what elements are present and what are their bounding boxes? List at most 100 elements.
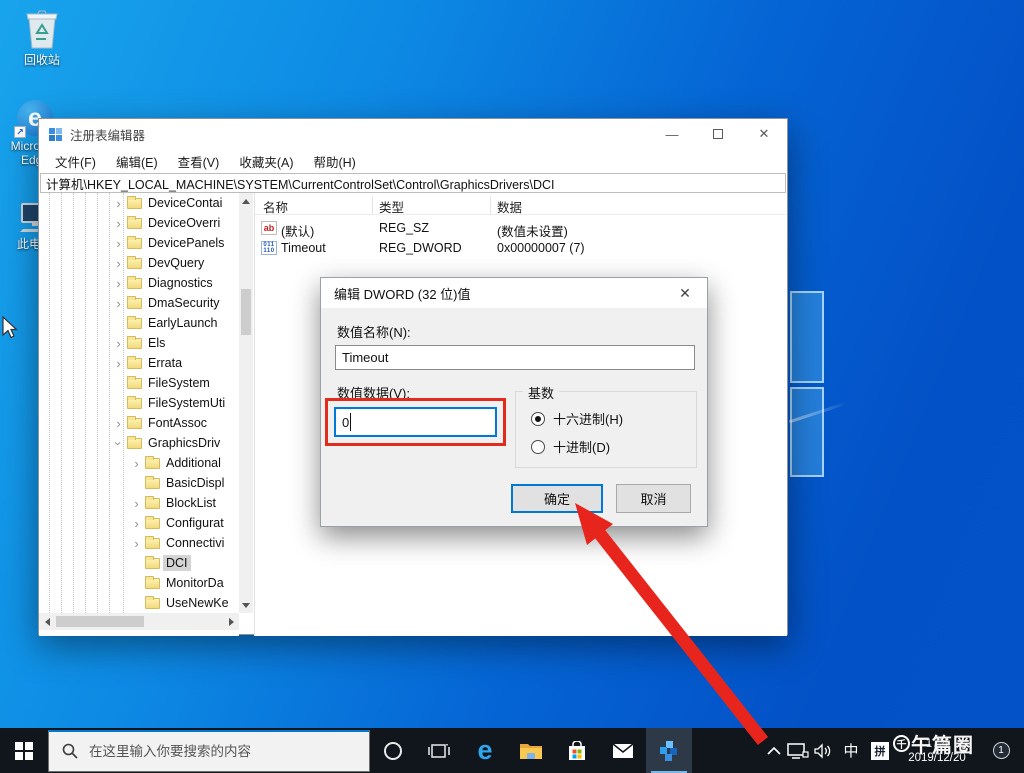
window-titlebar[interactable]: 注册表编辑器 — ✕ xyxy=(39,119,787,149)
search-input[interactable] xyxy=(89,743,339,759)
cancel-button[interactable]: 取消 xyxy=(616,484,691,513)
expander-collapsed-icon[interactable]: › xyxy=(111,276,126,291)
tree-vertical-scrollbar[interactable] xyxy=(239,193,253,613)
expander-expanded-icon[interactable]: › xyxy=(111,436,126,451)
tree-item-DCI[interactable]: DCI xyxy=(39,553,239,573)
ime-pinyin-indicator[interactable]: 拼 xyxy=(871,741,889,760)
taskbar-store-button[interactable] xyxy=(554,728,600,773)
folder-icon xyxy=(127,235,142,249)
column-header-name[interactable]: 名称 xyxy=(263,197,288,216)
desktop-icon-recycle-bin[interactable]: 回收站 xyxy=(6,8,78,67)
folder-icon xyxy=(127,295,142,309)
tree-item-FileSystemUti[interactable]: FileSystemUti xyxy=(39,393,239,413)
volume-icon[interactable] xyxy=(814,742,834,759)
column-separator xyxy=(372,196,373,214)
ok-button[interactable]: 确定 xyxy=(511,484,603,513)
value-row-Timeout[interactable]: 011 110 Timeout REG_DWORD 0x00000007 (7) xyxy=(255,239,787,259)
taskbar-edge-button[interactable]: e xyxy=(462,728,508,773)
tree-item-Connectivi[interactable]: › Connectivi xyxy=(39,533,239,553)
action-center-button[interactable]: 1 xyxy=(982,742,1020,759)
tree-item-Diagnostics[interactable]: › Diagnostics xyxy=(39,273,239,293)
tree-item-DevicePanels[interactable]: › DevicePanels xyxy=(39,233,239,253)
tree-item-DeviceOverri[interactable]: › DeviceOverri xyxy=(39,213,239,233)
scroll-down-icon[interactable] xyxy=(239,597,253,613)
scroll-up-icon[interactable] xyxy=(239,193,253,209)
value-name-field[interactable] xyxy=(335,345,695,370)
expander-collapsed-icon[interactable]: › xyxy=(111,216,126,231)
menu-item[interactable]: 帮助(H) xyxy=(303,152,365,171)
tree-item-UseNewKe[interactable]: UseNewKe xyxy=(39,593,239,613)
tree-item-BlockList[interactable]: › BlockList xyxy=(39,493,239,513)
taskbar-cortana-button[interactable] xyxy=(370,728,416,773)
regedit-window-icon xyxy=(49,127,62,141)
tree-item-Configurat[interactable]: › Configurat xyxy=(39,513,239,533)
close-button[interactable]: ✕ xyxy=(741,119,787,149)
expander-collapsed-icon[interactable]: › xyxy=(129,536,144,551)
taskbar-search-box[interactable] xyxy=(48,729,370,772)
scroll-left-icon[interactable] xyxy=(39,613,55,630)
dialog-titlebar[interactable]: 编辑 DWORD (32 位)值 xyxy=(321,278,707,308)
expander-collapsed-icon[interactable]: › xyxy=(111,256,126,271)
value-row-(默认)[interactable]: ab (默认) REG_SZ (数值未设置) xyxy=(255,219,787,239)
horizontal-scroll-thumb[interactable] xyxy=(56,616,144,627)
tree-item-label: Errata xyxy=(148,356,183,370)
column-header-data[interactable]: 数据 xyxy=(497,197,522,216)
value-type: REG_SZ xyxy=(379,221,430,235)
menu-item[interactable]: 编辑(E) xyxy=(106,152,168,171)
expander-collapsed-icon[interactable]: › xyxy=(129,456,144,471)
radio-unselected-icon[interactable] xyxy=(531,439,545,454)
expander-collapsed-icon[interactable]: › xyxy=(129,516,144,531)
taskbar-file-explorer-button[interactable] xyxy=(508,728,554,773)
watermark: 千 午篇圈 xyxy=(893,729,974,758)
tree-item-Els[interactable]: › Els xyxy=(39,333,239,353)
tree-item-label: Els xyxy=(148,336,166,350)
taskbar-task-view-button[interactable] xyxy=(416,728,462,773)
tree-item-label: Additional xyxy=(166,456,221,470)
tree-item-DeviceContai[interactable]: › DeviceContai xyxy=(39,193,239,213)
hexadecimal-radio[interactable]: 十六进制(H) xyxy=(531,409,623,428)
tree-item-Errata[interactable]: › Errata xyxy=(39,353,239,373)
wallpaper-logo-pane xyxy=(790,387,824,477)
tray-chevron-up-icon[interactable] xyxy=(766,746,782,756)
tree-item-BasicDispl[interactable]: BasicDispl xyxy=(39,473,239,493)
menu-bar: 文件(F) 编辑(E) 查看(V) 收藏夹(A) 帮助(H) xyxy=(39,149,787,173)
taskbar-regedit-button[interactable] xyxy=(646,728,692,773)
taskbar-mail-button[interactable] xyxy=(600,728,646,773)
scroll-right-icon[interactable] xyxy=(223,613,239,630)
dialog-close-button[interactable]: ✕ xyxy=(663,278,707,308)
menu-item[interactable]: 收藏夹(A) xyxy=(229,152,303,171)
expander-collapsed-icon[interactable]: › xyxy=(111,336,126,351)
folder-icon xyxy=(127,395,142,409)
decimal-radio[interactable]: 十进制(D) xyxy=(531,437,610,456)
minimize-button[interactable]: — xyxy=(649,119,695,149)
expander-collapsed-icon[interactable]: › xyxy=(111,196,126,211)
expander-collapsed-icon[interactable]: › xyxy=(111,236,126,251)
tree-item-DmaSecurity[interactable]: › DmaSecurity xyxy=(39,293,239,313)
menu-item[interactable]: 文件(F) xyxy=(45,152,106,171)
vertical-scroll-thumb[interactable] xyxy=(241,289,251,335)
expander-collapsed-icon[interactable]: › xyxy=(129,496,144,511)
network-icon[interactable] xyxy=(787,742,809,759)
expander-collapsed-icon[interactable]: › xyxy=(111,416,126,431)
tree-item-DevQuery[interactable]: › DevQuery xyxy=(39,253,239,273)
address-bar[interactable]: 计算机\HKEY_LOCAL_MACHINE\SYSTEM\CurrentCon… xyxy=(40,173,786,193)
expander-collapsed-icon[interactable]: › xyxy=(111,356,126,371)
text-caret xyxy=(350,413,351,431)
tree-item-Additional[interactable]: › Additional xyxy=(39,453,239,473)
menu-item[interactable]: 查看(V) xyxy=(168,152,230,171)
radio-selected-icon[interactable] xyxy=(531,411,545,426)
tree-horizontal-scrollbar[interactable] xyxy=(39,613,239,630)
maximize-button[interactable] xyxy=(695,119,741,149)
column-header-type[interactable]: 类型 xyxy=(379,197,404,216)
value-name: Timeout xyxy=(281,241,326,255)
tree-item-EarlyLaunch[interactable]: EarlyLaunch xyxy=(39,313,239,333)
tree-item-FileSystem[interactable]: FileSystem xyxy=(39,373,239,393)
start-button[interactable] xyxy=(0,728,48,773)
tree-item-GraphicsDriv[interactable]: › GraphicsDriv xyxy=(39,433,239,453)
expander-collapsed-icon[interactable]: › xyxy=(111,296,126,311)
ime-language-indicator[interactable]: 中 xyxy=(839,740,863,761)
notification-badge: 1 xyxy=(992,742,1010,759)
tree-item-FontAssoc[interactable]: › FontAssoc xyxy=(39,413,239,433)
edit-dword-dialog: 编辑 DWORD (32 位)值 ✕ 数值名称(N): 数值数据(V): 基数 … xyxy=(320,277,708,527)
tree-item-MonitorDa[interactable]: MonitorDa xyxy=(39,573,239,593)
